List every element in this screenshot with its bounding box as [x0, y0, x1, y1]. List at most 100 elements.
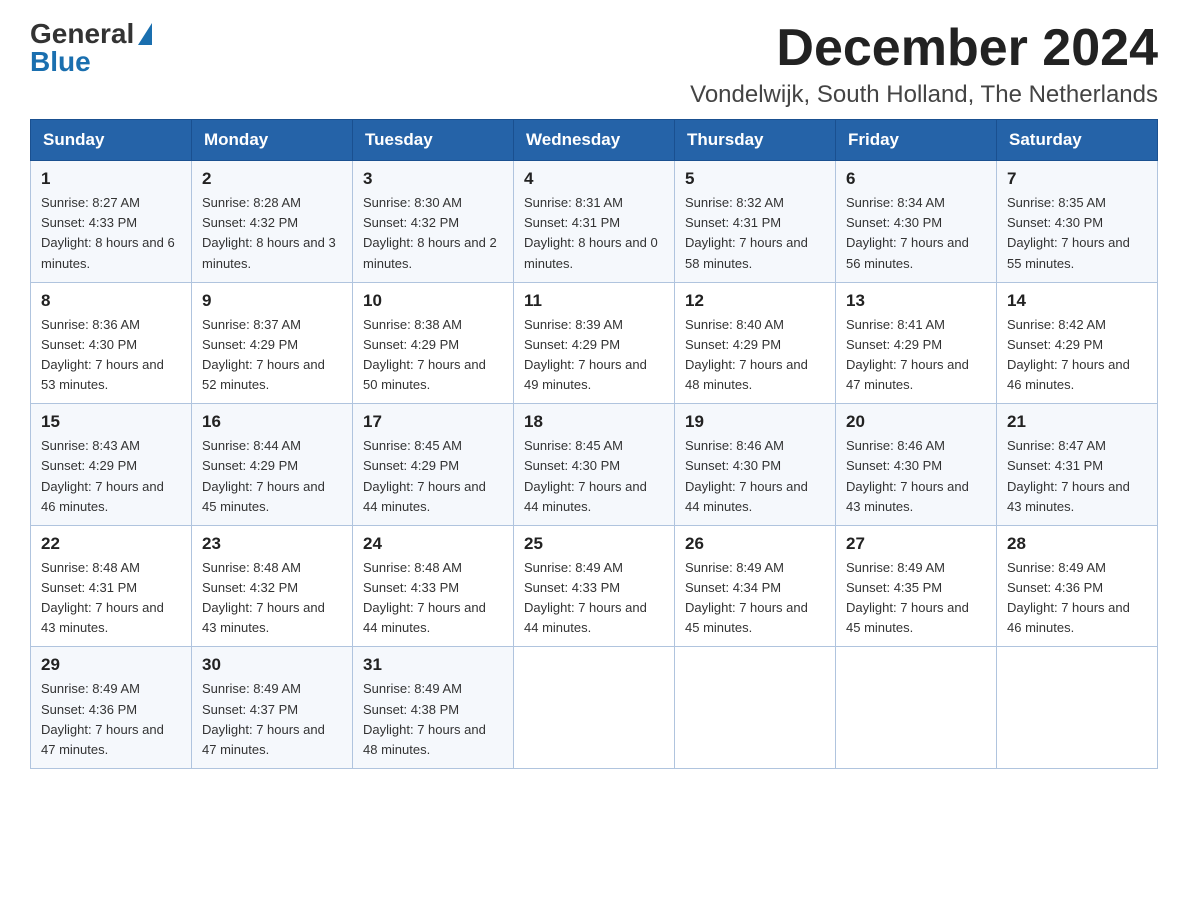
- day-number: 29: [41, 655, 181, 675]
- day-info: Sunrise: 8:48 AMSunset: 4:33 PMDaylight:…: [363, 558, 503, 639]
- day-info: Sunrise: 8:46 AMSunset: 4:30 PMDaylight:…: [685, 436, 825, 517]
- page-title: December 2024: [690, 20, 1158, 77]
- calendar-cell: 6 Sunrise: 8:34 AMSunset: 4:30 PMDaylight…: [836, 161, 997, 283]
- calendar-cell: 10 Sunrise: 8:38 AMSunset: 4:29 PMDayligh…: [353, 282, 514, 404]
- day-number: 15: [41, 412, 181, 432]
- day-info: Sunrise: 8:30 AMSunset: 4:32 PMDaylight:…: [363, 193, 503, 274]
- page-subtitle: Vondelwijk, South Holland, The Netherlan…: [690, 81, 1158, 109]
- day-number: 13: [846, 291, 986, 311]
- day-info: Sunrise: 8:37 AMSunset: 4:29 PMDaylight:…: [202, 315, 342, 396]
- day-info: Sunrise: 8:49 AMSunset: 4:38 PMDaylight:…: [363, 679, 503, 760]
- page-header: General Blue December 2024 Vondelwijk, S…: [30, 20, 1158, 109]
- day-info: Sunrise: 8:49 AMSunset: 4:36 PMDaylight:…: [41, 679, 181, 760]
- day-info: Sunrise: 8:32 AMSunset: 4:31 PMDaylight:…: [685, 193, 825, 274]
- calendar-week-row: 22 Sunrise: 8:48 AMSunset: 4:31 PMDayligh…: [31, 525, 1158, 647]
- calendar-cell: [836, 647, 997, 769]
- day-number: 5: [685, 169, 825, 189]
- calendar-cell: 25Sunrise: 8:49 AMSunset: 4:33 PMDayligh…: [514, 525, 675, 647]
- calendar-cell: 24 Sunrise: 8:48 AMSunset: 4:33 PMDayligh…: [353, 525, 514, 647]
- day-info: Sunrise: 8:49 AMSunset: 4:34 PMDaylight:…: [685, 558, 825, 639]
- day-number: 10: [363, 291, 503, 311]
- day-info: Sunrise: 8:49 AMSunset: 4:36 PMDaylight:…: [1007, 558, 1147, 639]
- col-monday: Monday: [192, 120, 353, 161]
- calendar-cell: 17 Sunrise: 8:45 AMSunset: 4:29 PMDayligh…: [353, 404, 514, 526]
- calendar-cell: 19Sunrise: 8:46 AMSunset: 4:30 PMDayligh…: [675, 404, 836, 526]
- day-number: 21: [1007, 412, 1147, 432]
- day-info: Sunrise: 8:28 AMSunset: 4:32 PMDaylight:…: [202, 193, 342, 274]
- calendar-week-row: 15 Sunrise: 8:43 AMSunset: 4:29 PMDayligh…: [31, 404, 1158, 526]
- day-number: 30: [202, 655, 342, 675]
- calendar-cell: 13 Sunrise: 8:41 AMSunset: 4:29 PMDayligh…: [836, 282, 997, 404]
- day-number: 9: [202, 291, 342, 311]
- calendar-cell: 3 Sunrise: 8:30 AMSunset: 4:32 PMDaylight…: [353, 161, 514, 283]
- calendar-cell: 5 Sunrise: 8:32 AMSunset: 4:31 PMDaylight…: [675, 161, 836, 283]
- calendar-cell: 11Sunrise: 8:39 AMSunset: 4:29 PMDayligh…: [514, 282, 675, 404]
- day-number: 3: [363, 169, 503, 189]
- day-info: Sunrise: 8:48 AMSunset: 4:31 PMDaylight:…: [41, 558, 181, 639]
- day-info: Sunrise: 8:45 AMSunset: 4:29 PMDaylight:…: [363, 436, 503, 517]
- day-number: 14: [1007, 291, 1147, 311]
- col-tuesday: Tuesday: [353, 120, 514, 161]
- calendar-cell: 22 Sunrise: 8:48 AMSunset: 4:31 PMDayligh…: [31, 525, 192, 647]
- calendar-cell: 27Sunrise: 8:49 AMSunset: 4:35 PMDayligh…: [836, 525, 997, 647]
- day-number: 23: [202, 534, 342, 554]
- calendar-cell: [997, 647, 1158, 769]
- logo-triangle-icon: [138, 23, 152, 45]
- day-info: Sunrise: 8:42 AMSunset: 4:29 PMDaylight:…: [1007, 315, 1147, 396]
- col-friday: Friday: [836, 120, 997, 161]
- day-number: 2: [202, 169, 342, 189]
- day-number: 24: [363, 534, 503, 554]
- col-sunday: Sunday: [31, 120, 192, 161]
- calendar-cell: 8 Sunrise: 8:36 AMSunset: 4:30 PMDaylight…: [31, 282, 192, 404]
- day-number: 8: [41, 291, 181, 311]
- col-wednesday: Wednesday: [514, 120, 675, 161]
- day-info: Sunrise: 8:27 AMSunset: 4:33 PMDaylight:…: [41, 193, 181, 274]
- day-number: 7: [1007, 169, 1147, 189]
- calendar-week-row: 1Sunrise: 8:27 AMSunset: 4:33 PMDaylight…: [31, 161, 1158, 283]
- day-info: Sunrise: 8:48 AMSunset: 4:32 PMDaylight:…: [202, 558, 342, 639]
- day-number: 12: [685, 291, 825, 311]
- calendar-cell: [514, 647, 675, 769]
- calendar-cell: 4 Sunrise: 8:31 AMSunset: 4:31 PMDaylight…: [514, 161, 675, 283]
- col-saturday: Saturday: [997, 120, 1158, 161]
- calendar-cell: 2 Sunrise: 8:28 AMSunset: 4:32 PMDaylight…: [192, 161, 353, 283]
- calendar-cell: 12 Sunrise: 8:40 AMSunset: 4:29 PMDayligh…: [675, 282, 836, 404]
- calendar-cell: 20Sunrise: 8:46 AMSunset: 4:30 PMDayligh…: [836, 404, 997, 526]
- day-number: 16: [202, 412, 342, 432]
- calendar-cell: 9 Sunrise: 8:37 AMSunset: 4:29 PMDaylight…: [192, 282, 353, 404]
- calendar-cell: [675, 647, 836, 769]
- day-number: 17: [363, 412, 503, 432]
- calendar-cell: 26Sunrise: 8:49 AMSunset: 4:34 PMDayligh…: [675, 525, 836, 647]
- calendar-cell: 23 Sunrise: 8:48 AMSunset: 4:32 PMDayligh…: [192, 525, 353, 647]
- day-info: Sunrise: 8:31 AMSunset: 4:31 PMDaylight:…: [524, 193, 664, 274]
- calendar-cell: 1Sunrise: 8:27 AMSunset: 4:33 PMDaylight…: [31, 161, 192, 283]
- calendar-week-row: 8 Sunrise: 8:36 AMSunset: 4:30 PMDaylight…: [31, 282, 1158, 404]
- logo: General Blue: [30, 20, 152, 76]
- day-info: Sunrise: 8:36 AMSunset: 4:30 PMDaylight:…: [41, 315, 181, 396]
- day-info: Sunrise: 8:49 AMSunset: 4:37 PMDaylight:…: [202, 679, 342, 760]
- calendar-cell: 14 Sunrise: 8:42 AMSunset: 4:29 PMDayligh…: [997, 282, 1158, 404]
- day-info: Sunrise: 8:38 AMSunset: 4:29 PMDaylight:…: [363, 315, 503, 396]
- day-info: Sunrise: 8:49 AMSunset: 4:35 PMDaylight:…: [846, 558, 986, 639]
- col-thursday: Thursday: [675, 120, 836, 161]
- day-info: Sunrise: 8:34 AMSunset: 4:30 PMDaylight:…: [846, 193, 986, 274]
- day-info: Sunrise: 8:35 AMSunset: 4:30 PMDaylight:…: [1007, 193, 1147, 274]
- day-info: Sunrise: 8:43 AMSunset: 4:29 PMDaylight:…: [41, 436, 181, 517]
- day-number: 11: [524, 291, 664, 311]
- title-block: December 2024 Vondelwijk, South Holland,…: [690, 20, 1158, 109]
- calendar-header: Sunday Monday Tuesday Wednesday Thursday…: [31, 120, 1158, 161]
- day-number: 22: [41, 534, 181, 554]
- day-number: 4: [524, 169, 664, 189]
- day-number: 6: [846, 169, 986, 189]
- day-info: Sunrise: 8:41 AMSunset: 4:29 PMDaylight:…: [846, 315, 986, 396]
- calendar-cell: 15 Sunrise: 8:43 AMSunset: 4:29 PMDayligh…: [31, 404, 192, 526]
- header-row: Sunday Monday Tuesday Wednesday Thursday…: [31, 120, 1158, 161]
- day-number: 20: [846, 412, 986, 432]
- calendar-week-row: 29 Sunrise: 8:49 AMSunset: 4:36 PMDayligh…: [31, 647, 1158, 769]
- day-number: 18: [524, 412, 664, 432]
- day-number: 31: [363, 655, 503, 675]
- day-info: Sunrise: 8:40 AMSunset: 4:29 PMDaylight:…: [685, 315, 825, 396]
- day-info: Sunrise: 8:45 AMSunset: 4:30 PMDaylight:…: [524, 436, 664, 517]
- logo-blue: Blue: [30, 48, 91, 76]
- calendar-cell: 28Sunrise: 8:49 AMSunset: 4:36 PMDayligh…: [997, 525, 1158, 647]
